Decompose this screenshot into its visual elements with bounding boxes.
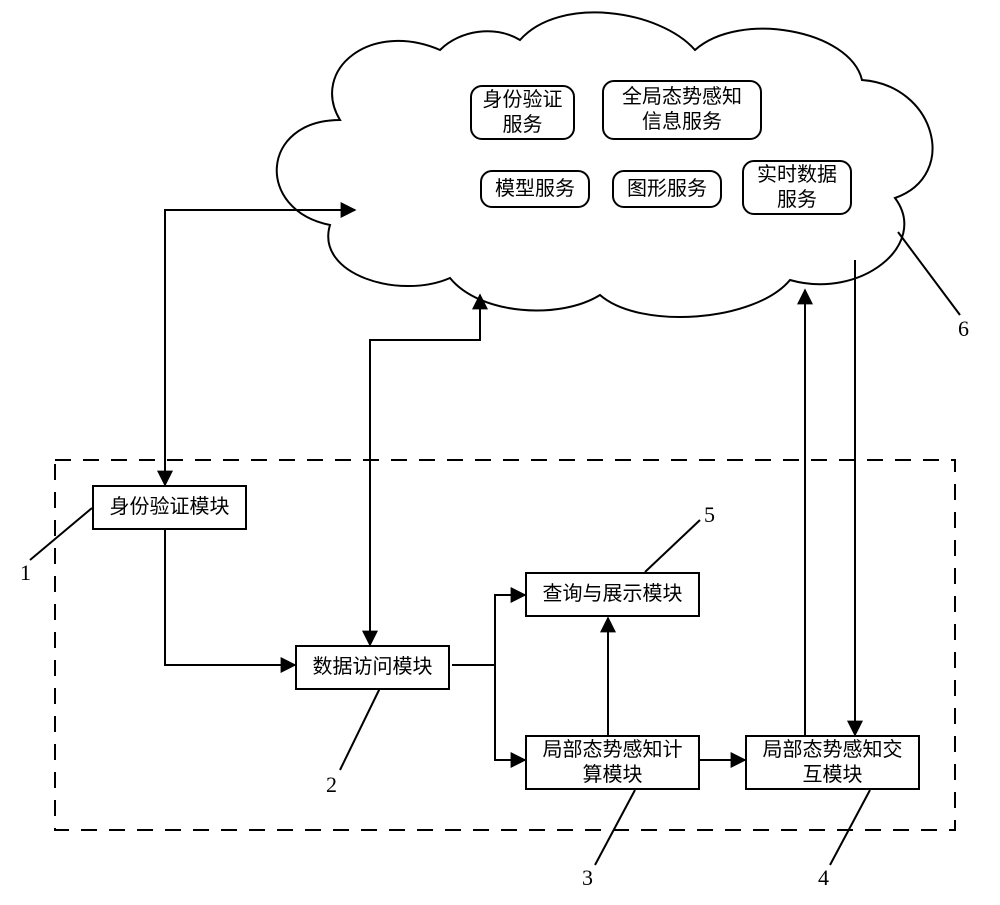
ref-label-4: 4 <box>818 865 829 891</box>
leader-2 <box>340 688 380 770</box>
cloud-service-global-label: 全局态势感知信息服务 <box>622 85 742 135</box>
ref-label-5: 5 <box>704 502 715 528</box>
module-data-access-label: 数据访问模块 <box>313 655 433 680</box>
leader-5 <box>645 520 700 572</box>
arrow-cloud-dataaccess <box>370 295 480 645</box>
cloud-service-graphics: 图形服务 <box>612 170 722 208</box>
leader-3 <box>595 790 635 865</box>
cloud-service-model-label: 模型服务 <box>495 177 575 202</box>
module-auth: 身份验证模块 <box>92 485 247 530</box>
module-local-compute: 局部态势感知计算模块 <box>525 735 700 790</box>
ref-label-6: 6 <box>958 316 969 342</box>
module-local-compute-label: 局部态势感知计算模块 <box>543 738 683 788</box>
module-local-interact-label: 局部态势感知交互模块 <box>763 738 903 788</box>
module-data-access: 数据访问模块 <box>295 645 450 690</box>
module-query-display: 查询与展示模块 <box>525 572 700 617</box>
module-local-interact: 局部态势感知交互模块 <box>745 735 920 790</box>
leader-1 <box>30 508 92 560</box>
cloud-service-auth: 身份验证服务 <box>470 85 575 140</box>
module-query-display-label: 查询与展示模块 <box>543 582 683 607</box>
ref-label-2: 2 <box>326 772 337 798</box>
cloud-service-graphics-label: 图形服务 <box>627 177 707 202</box>
ref-label-1: 1 <box>20 560 31 586</box>
leader-4 <box>830 790 870 865</box>
cloud-service-auth-label: 身份验证服务 <box>483 88 563 138</box>
module-auth-label: 身份验证模块 <box>110 495 230 520</box>
arrow-data-to-query <box>452 595 525 665</box>
arrow-cloud-auth <box>165 210 355 485</box>
ref-label-3: 3 <box>582 865 593 891</box>
cloud-service-model: 模型服务 <box>480 170 590 208</box>
cloud-service-global: 全局态势感知信息服务 <box>602 80 762 140</box>
arrow-auth-dataaccess <box>165 530 295 665</box>
arrow-data-to-compute <box>452 665 525 760</box>
cloud-service-realtime-label: 实时数据服务 <box>757 163 837 213</box>
leader-6 <box>898 232 960 315</box>
cloud-service-realtime: 实时数据服务 <box>742 160 852 215</box>
